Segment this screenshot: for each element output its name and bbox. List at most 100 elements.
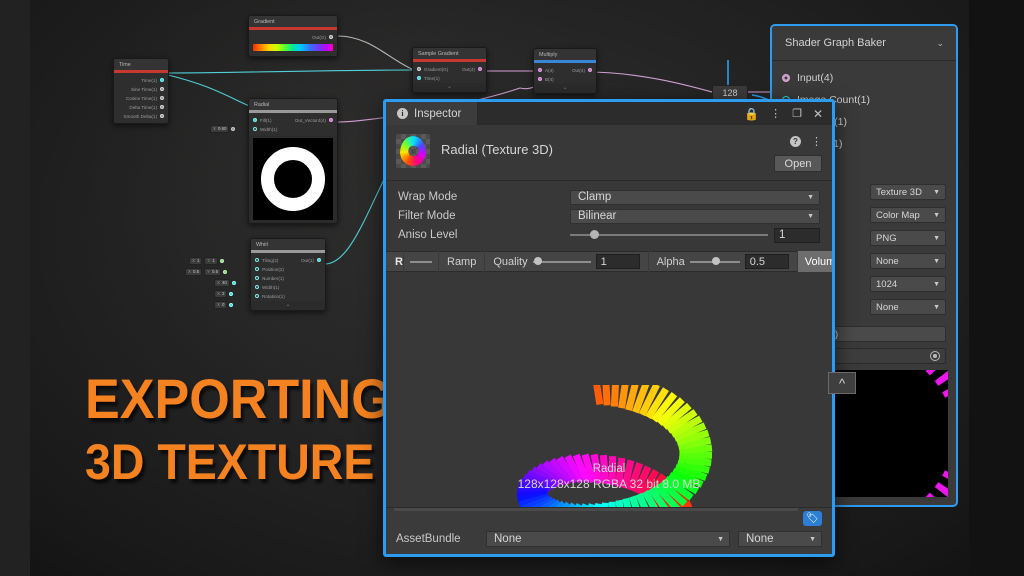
node-port-row[interactable]: Gradient(G) <box>413 65 452 74</box>
node-collapse-toggle[interactable]: ⌄ <box>534 83 596 93</box>
graph-node-sample-gradient[interactable]: Sample Gradient Gradient(G) Time(1) Out(… <box>412 47 487 93</box>
alpha-value-field[interactable]: 0.5 <box>744 254 789 269</box>
whirl-width-input[interactable]: X 2 <box>214 290 234 298</box>
filter-mode-dropdown[interactable]: Bilinear ▼ <box>570 208 820 224</box>
dropdown-option-4[interactable]: None ▼ <box>870 253 946 269</box>
position-x-field[interactable]: X 0.5 <box>185 268 203 276</box>
value-port-dot[interactable] <box>219 258 224 263</box>
input-port-dot[interactable] <box>255 258 259 262</box>
input-port-dot[interactable] <box>253 127 257 131</box>
slider-knob[interactable] <box>533 257 542 265</box>
object-picker-icon[interactable] <box>930 351 940 361</box>
output-port-dot[interactable] <box>160 96 164 100</box>
graph-node-gradient[interactable]: Gradient Out(G) <box>248 15 338 57</box>
output-port-dot[interactable] <box>317 258 321 262</box>
output-port-dot[interactable] <box>160 105 164 109</box>
tag-icon[interactable]: 🏷 <box>803 511 822 526</box>
maximize-icon[interactable]: ❐ <box>792 107 802 120</box>
node-port-row[interactable]: Position(2) <box>251 265 289 274</box>
input-port-dot[interactable] <box>255 285 259 289</box>
sgb-port-row[interactable]: Input(4) <box>772 67 956 89</box>
slider-track[interactable] <box>532 257 591 265</box>
width-value-field[interactable]: X 0.60 <box>210 125 230 133</box>
input-port-dot[interactable] <box>255 267 259 271</box>
gradient-swatch[interactable] <box>253 43 333 51</box>
tiling-x-field[interactable]: X 1 <box>189 257 203 265</box>
output-port-dot[interactable] <box>160 87 164 91</box>
lock-icon[interactable]: 🔒 <box>744 107 759 121</box>
graph-node-radial[interactable]: Radial Fill(1) Width(1) Out_Vector4(4) <box>248 98 338 224</box>
node-port-row[interactable]: Number(1) <box>251 274 289 283</box>
dropdown-format[interactable]: PNG ▼ <box>870 230 946 246</box>
dropdown-color-map[interactable]: Color Map ▼ <box>870 207 946 223</box>
node-port-row[interactable]: Out(4) <box>452 65 486 74</box>
assetbundle-dropdown[interactable]: None ▼ <box>486 531 730 547</box>
slider-track[interactable] <box>689 257 740 265</box>
dropdown-option-6[interactable]: None ▼ <box>870 299 946 315</box>
channel-slider[interactable] <box>404 251 439 272</box>
output-port-dot[interactable] <box>478 67 482 71</box>
aniso-value-field[interactable]: 1 <box>774 227 820 243</box>
node-collapse-toggle[interactable]: ⌄ <box>413 82 486 92</box>
dropdown-texture-type[interactable]: Texture 3D ▼ <box>870 184 946 200</box>
input-port-dot[interactable] <box>417 67 421 71</box>
quality-control[interactable]: Quality 1 <box>485 251 649 272</box>
shader-graph-baker-header[interactable]: Shader Graph Baker ⌄ <box>772 26 956 61</box>
preview-expand-button[interactable]: ^ <box>828 372 856 394</box>
position-y-field[interactable]: Y 0.5 <box>204 268 222 276</box>
whirl-position-input[interactable]: X 0.5 Y 0.5 <box>185 268 228 276</box>
tiling-y-field[interactable]: Y 1 <box>204 257 218 265</box>
node-port-row[interactable]: A(4) <box>534 66 565 75</box>
quality-value-field[interactable]: 1 <box>595 254 640 269</box>
dropdown-resolution[interactable]: 1024 ▼ <box>870 276 946 292</box>
node-port-row[interactable]: Cosine Time(1) <box>114 94 168 103</box>
output-port-dot[interactable] <box>329 35 333 39</box>
scrollbar-track[interactable] <box>394 508 798 511</box>
alpha-control[interactable]: Alpha 0.5 <box>649 251 798 272</box>
texture-preview-area[interactable]: Radial 128x128x128 RGBA 32 bit 8.0 MB <box>386 355 832 507</box>
node-port-row[interactable]: Smooth Delta(1) <box>114 112 168 121</box>
node-port-row[interactable]: Width(1) <box>251 283 289 292</box>
inspector-window[interactable]: i Inspector 🔒 ⋮ ❐ ✕ Radial (Texture 3D) … <box>383 99 835 557</box>
input-port-dot[interactable] <box>538 68 542 72</box>
tab-inspector[interactable]: i Inspector <box>386 102 479 125</box>
node-port-row[interactable]: B(4) <box>534 75 565 84</box>
node-port-row[interactable]: Sine Time(1) <box>114 85 168 94</box>
alpha-slider[interactable] <box>689 257 740 265</box>
value-port-dot[interactable] <box>223 269 228 274</box>
value-port-dot[interactable] <box>231 280 236 285</box>
node-port-row[interactable]: Out(G) <box>249 33 337 42</box>
kebab-menu-icon[interactable]: ⋮ <box>811 135 822 148</box>
graph-node-time[interactable]: Time Time(1) Sine Time(1) Cosine Time(1)… <box>113 58 169 124</box>
graph-node-whirl[interactable]: Whirl Tiling(2) Position(2) Number(1) Wi… <box>250 238 326 311</box>
input-port-dot[interactable] <box>253 118 257 122</box>
image-count-value-field[interactable]: 128 <box>712 85 748 100</box>
node-port-row[interactable]: Out(4) <box>565 66 596 75</box>
input-port-dot[interactable] <box>255 276 259 280</box>
output-port-dot[interactable] <box>329 118 333 122</box>
aniso-slider[interactable] <box>570 230 774 239</box>
radial-width-input[interactable]: X 0.60 <box>210 125 236 133</box>
slider-track[interactable] <box>570 230 768 239</box>
node-port-row[interactable]: Width(1) <box>249 125 291 134</box>
volume-mode-button[interactable]: Volume <box>797 251 832 272</box>
value-port-dot[interactable] <box>231 126 236 131</box>
input-port-dot[interactable] <box>255 294 259 298</box>
node-port-row[interactable]: Time(1) <box>413 74 452 83</box>
node-port-row[interactable]: Fill(1) <box>249 116 291 125</box>
output-port-dot[interactable] <box>588 68 592 72</box>
node-port-row[interactable]: Delta Time(1) <box>114 103 168 112</box>
graph-node-multiply[interactable]: Multiply A(4) B(4) Out(4) ⌄ <box>533 48 597 94</box>
ramp-button[interactable]: Ramp <box>439 251 486 272</box>
chevron-down-icon[interactable]: ⌄ <box>936 38 944 49</box>
node-port-row[interactable]: Out_Vector4(4) <box>291 116 337 125</box>
open-button[interactable]: Open <box>774 155 822 172</box>
whirl-number-input[interactable]: X 40 <box>214 279 236 287</box>
node-collapse-toggle[interactable]: ⌄ <box>251 300 325 310</box>
node-port-row[interactable]: Tiling(2) <box>251 256 289 265</box>
input-port-dot[interactable] <box>538 77 542 81</box>
whirl-rotation-input[interactable]: X 0 <box>214 301 234 309</box>
width-x-field[interactable]: X 2 <box>214 290 228 298</box>
channel-selector[interactable]: Radi <box>392 251 404 272</box>
rotation-x-field[interactable]: X 0 <box>214 301 228 309</box>
